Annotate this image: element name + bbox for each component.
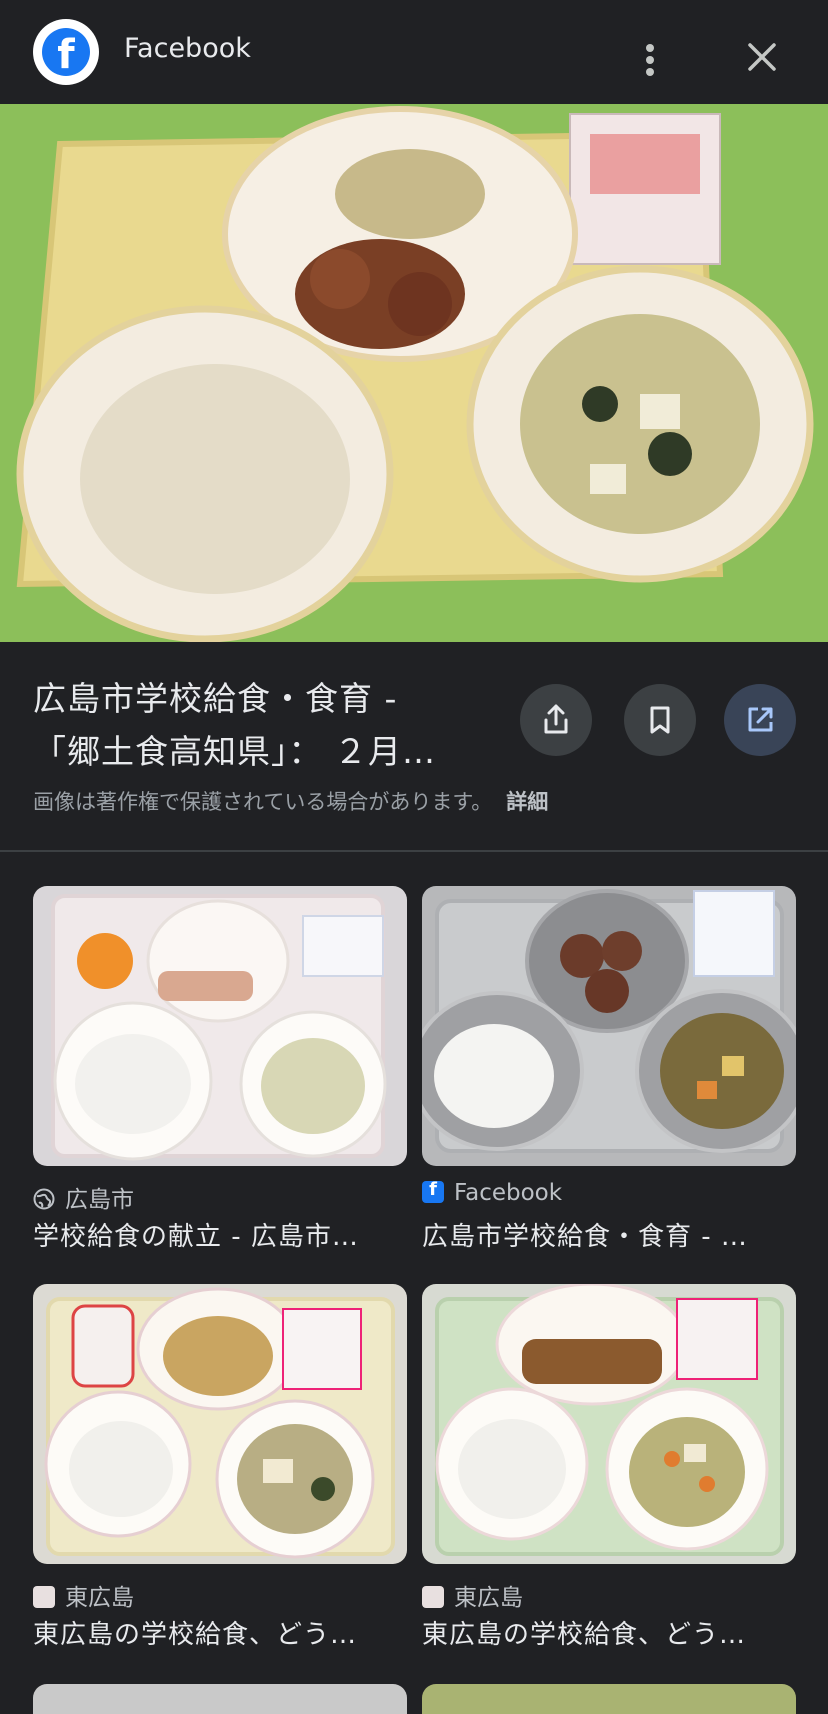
details-link[interactable]: 詳細 — [506, 790, 548, 814]
higashihiroshima-favicon-icon — [422, 1586, 444, 1608]
related-title[interactable]: 東広島の学校給食、どう… — [33, 1614, 407, 1651]
related-source-name: 東広島 — [65, 1585, 134, 1611]
related-thumbnail[interactable] — [422, 886, 796, 1166]
related-thumbnail[interactable] — [422, 1284, 796, 1564]
globe-icon — [33, 1188, 55, 1210]
share-button[interactable] — [520, 684, 592, 756]
related-thumbnail-partial[interactable] — [33, 1684, 407, 1714]
related-thumbnail[interactable] — [33, 886, 407, 1166]
related-source-name: 東広島 — [454, 1585, 523, 1611]
higashihiroshima-favicon-icon — [33, 1586, 55, 1608]
related-title[interactable]: 広島市学校給食・食育 - … — [422, 1216, 796, 1253]
related-title[interactable]: 東広島の学校給食、どう… — [422, 1614, 796, 1651]
related-thumbnail-partial[interactable] — [422, 1684, 796, 1714]
viewer-header: f Facebook — [0, 0, 828, 104]
related-source: 東広島 — [422, 1578, 523, 1611]
related-source-name: Facebook — [454, 1180, 563, 1206]
related-thumbnail[interactable] — [33, 1284, 407, 1564]
preview-image[interactable] — [0, 104, 828, 642]
site-name[interactable]: Facebook — [124, 33, 251, 64]
related-source: f Facebook — [422, 1179, 563, 1210]
close-icon[interactable] — [742, 37, 782, 77]
save-button[interactable] — [624, 684, 696, 756]
bookmark-icon — [650, 706, 670, 734]
facebook-favicon-icon: f — [422, 1179, 444, 1203]
share-icon — [544, 704, 568, 734]
result-title-line1: 広島市学校給食・食育 - — [33, 679, 398, 718]
related-title[interactable]: 学校給食の献立 - 広島市… — [33, 1216, 407, 1253]
copyright-notice: 画像は著作権で保護されている場合があります。 詳細 — [33, 786, 548, 816]
facebook-logo-icon[interactable]: f — [33, 19, 99, 85]
related-source: 東広島 — [33, 1578, 134, 1611]
related-source-name: 広島市 — [65, 1187, 134, 1213]
open-in-new-icon — [748, 707, 773, 732]
more-vert-icon[interactable] — [630, 36, 670, 76]
divider — [0, 850, 828, 852]
result-title-line2: 「郷土食高知県」： ２月… — [33, 732, 436, 771]
related-source: 広島市 — [33, 1180, 134, 1213]
result-title[interactable]: 広島市学校給食・食育 - 「郷土食高知県」： ２月… — [33, 672, 503, 778]
copyright-text: 画像は著作権で保護されている場合があります。 — [33, 790, 493, 814]
visit-button[interactable] — [724, 684, 796, 756]
